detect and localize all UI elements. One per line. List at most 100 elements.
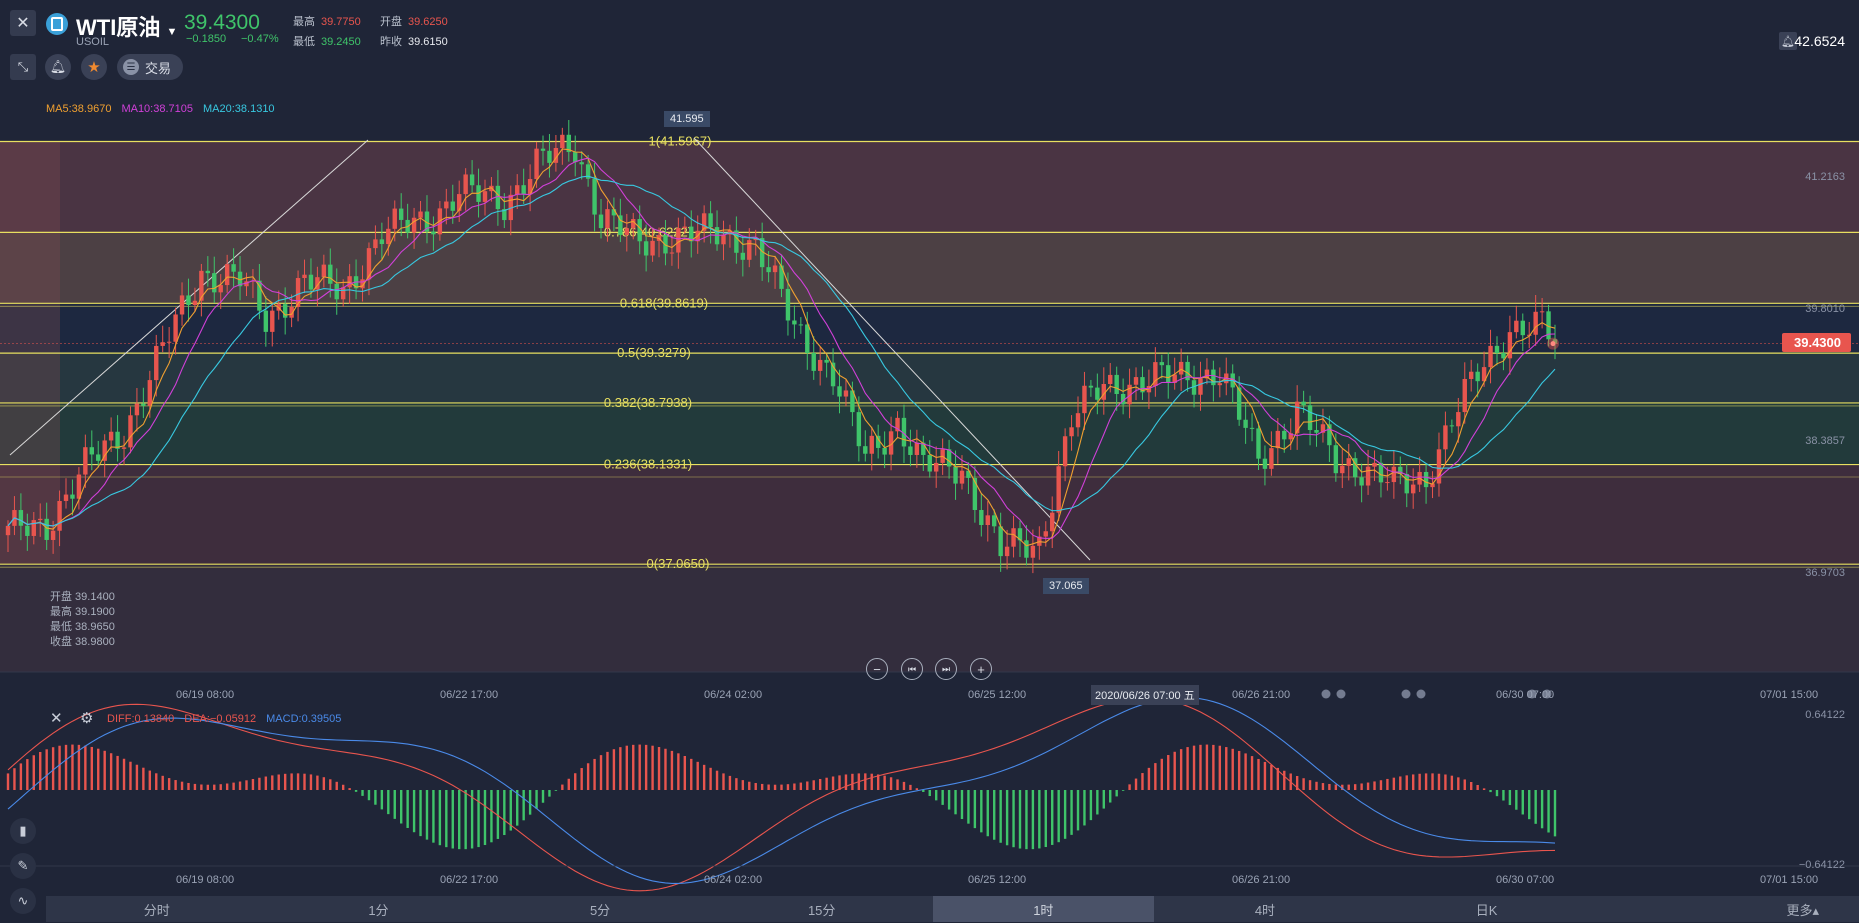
macd-histogram-bar	[180, 781, 184, 790]
macd-histogram-bar	[1547, 790, 1550, 833]
macd-histogram-bar	[1147, 767, 1151, 790]
macd-histogram-bar	[45, 749, 48, 790]
macd-histogram-bar	[148, 770, 152, 790]
zoom-in-button[interactable]: +	[970, 658, 992, 680]
candle-body	[1211, 369, 1216, 386]
indicator-button[interactable]: ∿	[10, 888, 36, 914]
macd-histogram-bar	[1057, 790, 1060, 843]
macd-histogram-bar	[1392, 777, 1396, 790]
candle-body	[1533, 311, 1538, 335]
tab-timeframe-active[interactable]: 1时	[932, 896, 1155, 922]
candle-body	[1024, 540, 1029, 558]
alert-button[interactable]: 🔔︎	[45, 54, 71, 80]
macd-histogram-bar	[1411, 774, 1415, 790]
macd-diff-label: DIFF:0.13840	[107, 713, 175, 725]
candle-body	[115, 431, 120, 449]
tab-timeframe[interactable]: 1分	[268, 896, 490, 922]
zoom-out-button[interactable]: −	[866, 658, 888, 680]
fib-level-label: 0.5(39.3279)	[617, 345, 691, 360]
macd-histogram-bar	[909, 784, 912, 790]
tab-more[interactable]: 更多▴	[1597, 896, 1859, 922]
macd-histogram-bar	[773, 784, 777, 790]
tab-timeframe[interactable]: 4时	[1154, 896, 1376, 922]
tab-timeframe[interactable]: 15分	[711, 896, 933, 922]
macd-histogram-bar	[625, 745, 628, 790]
candle-body	[798, 324, 804, 326]
collapse-button[interactable]: ⤡	[10, 54, 36, 80]
favorite-button[interactable]: ★	[81, 54, 107, 80]
tab-timeframe[interactable]: 5分	[489, 896, 711, 922]
draw-tool-button[interactable]: ✎	[10, 853, 36, 879]
candle-body	[927, 454, 932, 472]
macd-histogram-bar	[1347, 784, 1350, 790]
macd-histogram-bar	[715, 770, 719, 790]
macd-histogram-bar	[1321, 783, 1325, 790]
candle-body	[160, 342, 165, 346]
macd-histogram-bar	[1424, 773, 1428, 790]
x-axis-label: 07/01 15:00	[1760, 689, 1819, 701]
macd-histogram-bar	[748, 781, 751, 790]
macd-value-label: MACD:0.39505	[266, 713, 342, 725]
x-axis-label: 07/01 15:00	[1760, 874, 1819, 886]
candle-body	[450, 201, 455, 211]
candle-body	[1178, 361, 1184, 375]
macd-histogram-bar	[1353, 784, 1357, 790]
macd-histogram-bar	[632, 744, 635, 790]
macd-histogram-bar	[586, 763, 590, 790]
star-icon: ★	[87, 59, 101, 76]
macd-histogram-bar	[522, 790, 525, 821]
candle-body	[63, 494, 69, 501]
candle-body	[1050, 512, 1055, 532]
macd-histogram-bar	[1457, 777, 1460, 790]
candle-body	[1475, 371, 1480, 382]
skip-end-button[interactable]: ⏭	[935, 658, 957, 680]
candle-body	[1301, 401, 1306, 406]
candle-body	[5, 525, 11, 536]
close-button[interactable]: ✕	[10, 10, 36, 36]
macd-histogram-bar	[612, 749, 616, 790]
indicator-settings-button[interactable]: ⚙︎	[80, 709, 93, 727]
macd-histogram-bar	[1186, 747, 1189, 790]
candle-body	[340, 287, 346, 300]
macd-histogram-bar	[541, 790, 545, 803]
candle-body	[224, 264, 230, 286]
macd-histogram-bar	[380, 790, 384, 810]
x-axis-label: 06/19 08:00	[176, 689, 235, 701]
price-chart[interactable]: 1(41.5967)0.786(40.6222)0.618(39.8619)0.…	[0, 0, 1859, 923]
macd-histogram-bar	[329, 779, 332, 790]
price-change-pct: −0.47%	[241, 33, 279, 45]
tab-timeframe[interactable]: 日K	[1376, 896, 1598, 922]
macd-histogram-bar	[651, 745, 654, 790]
macd-histogram-bar	[13, 768, 16, 790]
candle-body	[263, 310, 269, 332]
candle-body	[89, 447, 94, 455]
candle-body	[308, 274, 314, 290]
candle-body	[431, 231, 436, 235]
bell-icon: 🔔︎	[1781, 35, 1795, 48]
skip-start-button[interactable]: ⏮	[901, 658, 923, 680]
tab-timeframe[interactable]: 分时	[46, 896, 268, 922]
candle-body	[856, 412, 862, 447]
macd-histogram-bar	[155, 773, 158, 790]
candle-body	[650, 240, 655, 256]
trade-button[interactable]: ☰ 交易	[117, 54, 184, 80]
macd-histogram-bar	[1173, 751, 1176, 790]
close-indicator-button[interactable]: ✕	[50, 709, 63, 727]
candle-body	[212, 273, 217, 293]
candle-body	[457, 194, 462, 211]
chart-type-button[interactable]: ▮	[10, 818, 36, 844]
macd-histogram-bar	[1386, 778, 1389, 790]
candle-body	[772, 265, 778, 273]
macd-histogram-bar	[1534, 790, 1537, 824]
candle-body	[579, 162, 584, 165]
macd-histogram-bar	[464, 790, 467, 850]
macd-histogram-bar	[1005, 790, 1009, 846]
macd-histogram-bar	[844, 774, 848, 790]
axis-label: 41.2163	[1805, 171, 1845, 183]
candle-body	[547, 150, 552, 163]
candle-body	[1056, 466, 1061, 513]
macd-histogram-bar	[1109, 790, 1112, 803]
macd-histogram-bar	[1528, 790, 1531, 820]
axis-label: 38.3857	[1805, 435, 1845, 447]
x-axis-label: 06/24 02:00	[704, 874, 763, 886]
